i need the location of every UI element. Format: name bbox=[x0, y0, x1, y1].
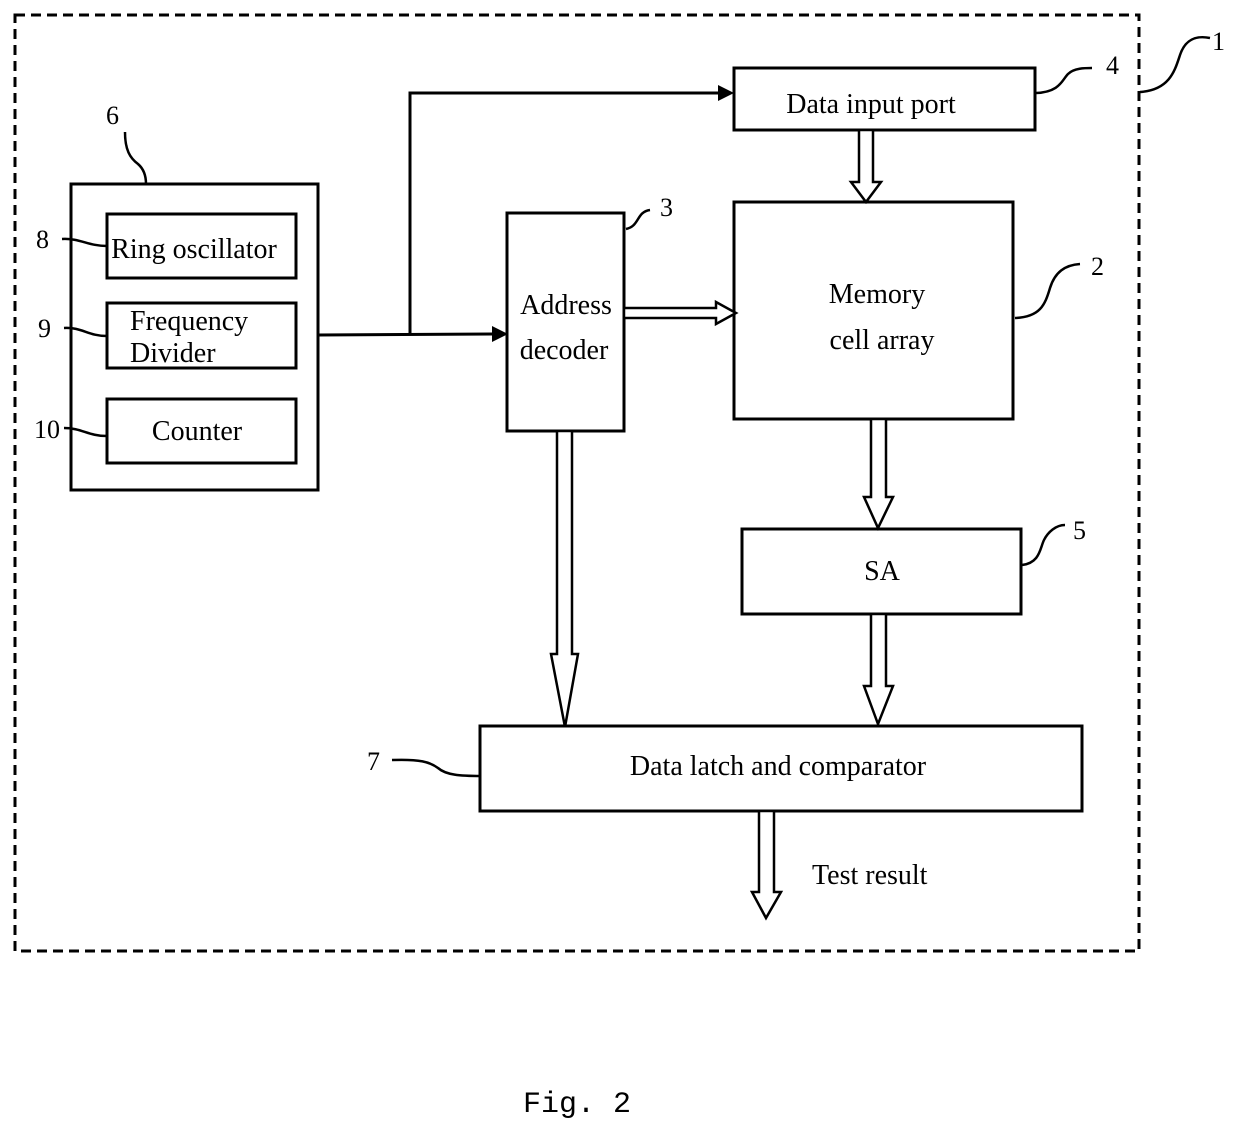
bus-arrow-sa-to-latch bbox=[862, 612, 895, 728]
ref-label-1: 1 bbox=[1212, 27, 1225, 56]
ref-label-8: 8 bbox=[36, 225, 49, 254]
leader-line-5 bbox=[1021, 523, 1066, 567]
arrowhead-to-data-input-port bbox=[718, 85, 734, 101]
bus-arrow-data-to-memory bbox=[848, 128, 884, 205]
clock-signal-line bbox=[317, 332, 493, 337]
leader-line-3 bbox=[625, 208, 651, 231]
leader-line-1 bbox=[1139, 36, 1211, 94]
ref-label-3: 3 bbox=[660, 193, 673, 222]
address-decoder-label-line2: decoder bbox=[520, 335, 609, 366]
counter-label: Counter bbox=[152, 416, 243, 447]
ref-label-6: 6 bbox=[106, 101, 119, 130]
figure-caption: Fig. 2 bbox=[523, 1088, 631, 1122]
leader-line-7 bbox=[391, 758, 482, 778]
ref-label-2: 2 bbox=[1091, 252, 1104, 281]
block-diagram: 1 6 Ring oscillator 8 Frequency Divider … bbox=[13, 13, 1225, 1122]
memory-cell-array-block bbox=[732, 200, 1015, 421]
address-decoder-block bbox=[505, 211, 626, 433]
memory-cell-array-label-line2: cell array bbox=[830, 325, 935, 356]
ring-oscillator-label: Ring oscillator bbox=[111, 234, 277, 265]
frequency-divider-label-line2: Divider bbox=[130, 338, 216, 369]
leader-line-6 bbox=[123, 131, 148, 185]
leader-line-4 bbox=[1035, 66, 1093, 95]
ref-label-9: 9 bbox=[38, 314, 51, 343]
address-decoder-label-line1: Address bbox=[520, 290, 612, 321]
bus-arrow-address-to-memory bbox=[622, 299, 739, 327]
ref-label-4: 4 bbox=[1106, 51, 1119, 80]
data-input-port-label: Data input port bbox=[786, 89, 956, 120]
data-latch-comparator-label: Data latch and comparator bbox=[630, 751, 927, 782]
sense-amplifier-label: SA bbox=[864, 556, 901, 587]
bus-arrow-test-result bbox=[749, 809, 784, 921]
bus-arrow-address-to-latch bbox=[549, 429, 580, 728]
ref-label-5: 5 bbox=[1073, 516, 1086, 545]
bus-arrow-memory-to-sa bbox=[862, 417, 895, 531]
leader-line-2 bbox=[1014, 262, 1081, 320]
ref-label-10: 10 bbox=[34, 415, 60, 444]
memory-cell-array-label-line1: Memory bbox=[829, 279, 925, 310]
frequency-divider-label-line1: Frequency bbox=[130, 306, 248, 337]
test-result-label: Test result bbox=[812, 860, 928, 891]
ref-label-7: 7 bbox=[367, 747, 380, 776]
